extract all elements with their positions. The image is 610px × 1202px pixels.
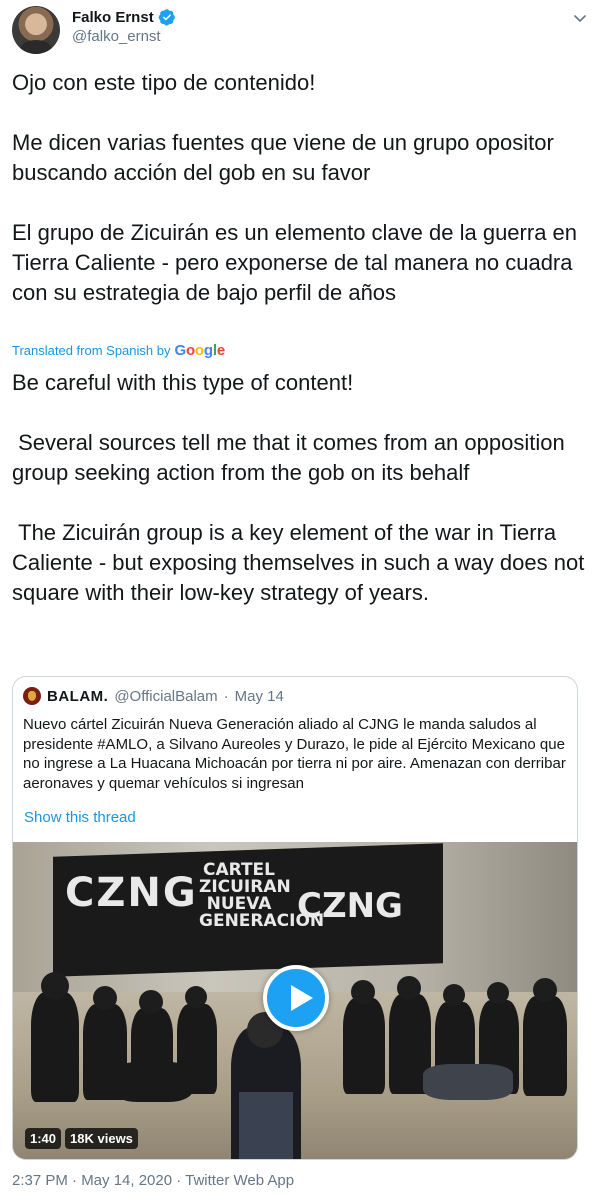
author-name-row: Falko Ernst: [72, 8, 176, 26]
quoted-date: May 14: [234, 687, 284, 705]
video-views: 18K views: [65, 1128, 138, 1149]
quoted-separator: ·: [223, 687, 229, 705]
tweet-original-text: Ojo con este tipo de contenido! Me dicen…: [12, 70, 578, 305]
video-player[interactable]: CZNG CARTEL ZICUIRAN NUEVA GENERACIÓN CZ…: [13, 842, 577, 1159]
tweet-timestamp[interactable]: 2:37 PM · May 14, 2020 · Twitter Web App: [12, 1172, 294, 1189]
translation-attribution[interactable]: Translated from Spanish by Google: [12, 342, 225, 359]
verified-badge-icon: [158, 9, 175, 26]
tweet-header: Falko Ernst @falko_ernst: [12, 6, 598, 56]
video-badges: 1:40 18K views: [25, 1128, 138, 1149]
author-handle[interactable]: @falko_ernst: [72, 28, 161, 45]
translated-label: Translated from Spanish by: [12, 343, 171, 358]
quoted-author-handle: @OfficialBalam: [114, 687, 218, 705]
author-name[interactable]: Falko Ernst: [72, 9, 154, 26]
quoted-author-name: BALAM.: [47, 687, 109, 705]
quoted-tweet-text: Nuevo cártel Zicuirán Nueva Generación a…: [23, 716, 566, 792]
chevron-down-icon[interactable]: [572, 10, 588, 26]
google-logo-icon: Google: [174, 342, 225, 359]
quoted-tweet-header: BALAM. @OfficialBalam · May 14: [23, 687, 284, 705]
banner-text-left: CZNG: [65, 870, 198, 916]
tweet-translated-text: Be careful with this type of content! Se…: [12, 370, 585, 605]
play-icon[interactable]: [263, 965, 329, 1031]
author-avatar[interactable]: [12, 6, 60, 54]
quoted-author-avatar: [23, 687, 41, 705]
show-thread-link[interactable]: Show this thread: [24, 809, 136, 826]
video-duration: 1:40: [25, 1128, 62, 1149]
quoted-tweet[interactable]: BALAM. @OfficialBalam · May 14 Nuevo cár…: [12, 676, 578, 1160]
video-figure-legs: [239, 1092, 293, 1159]
